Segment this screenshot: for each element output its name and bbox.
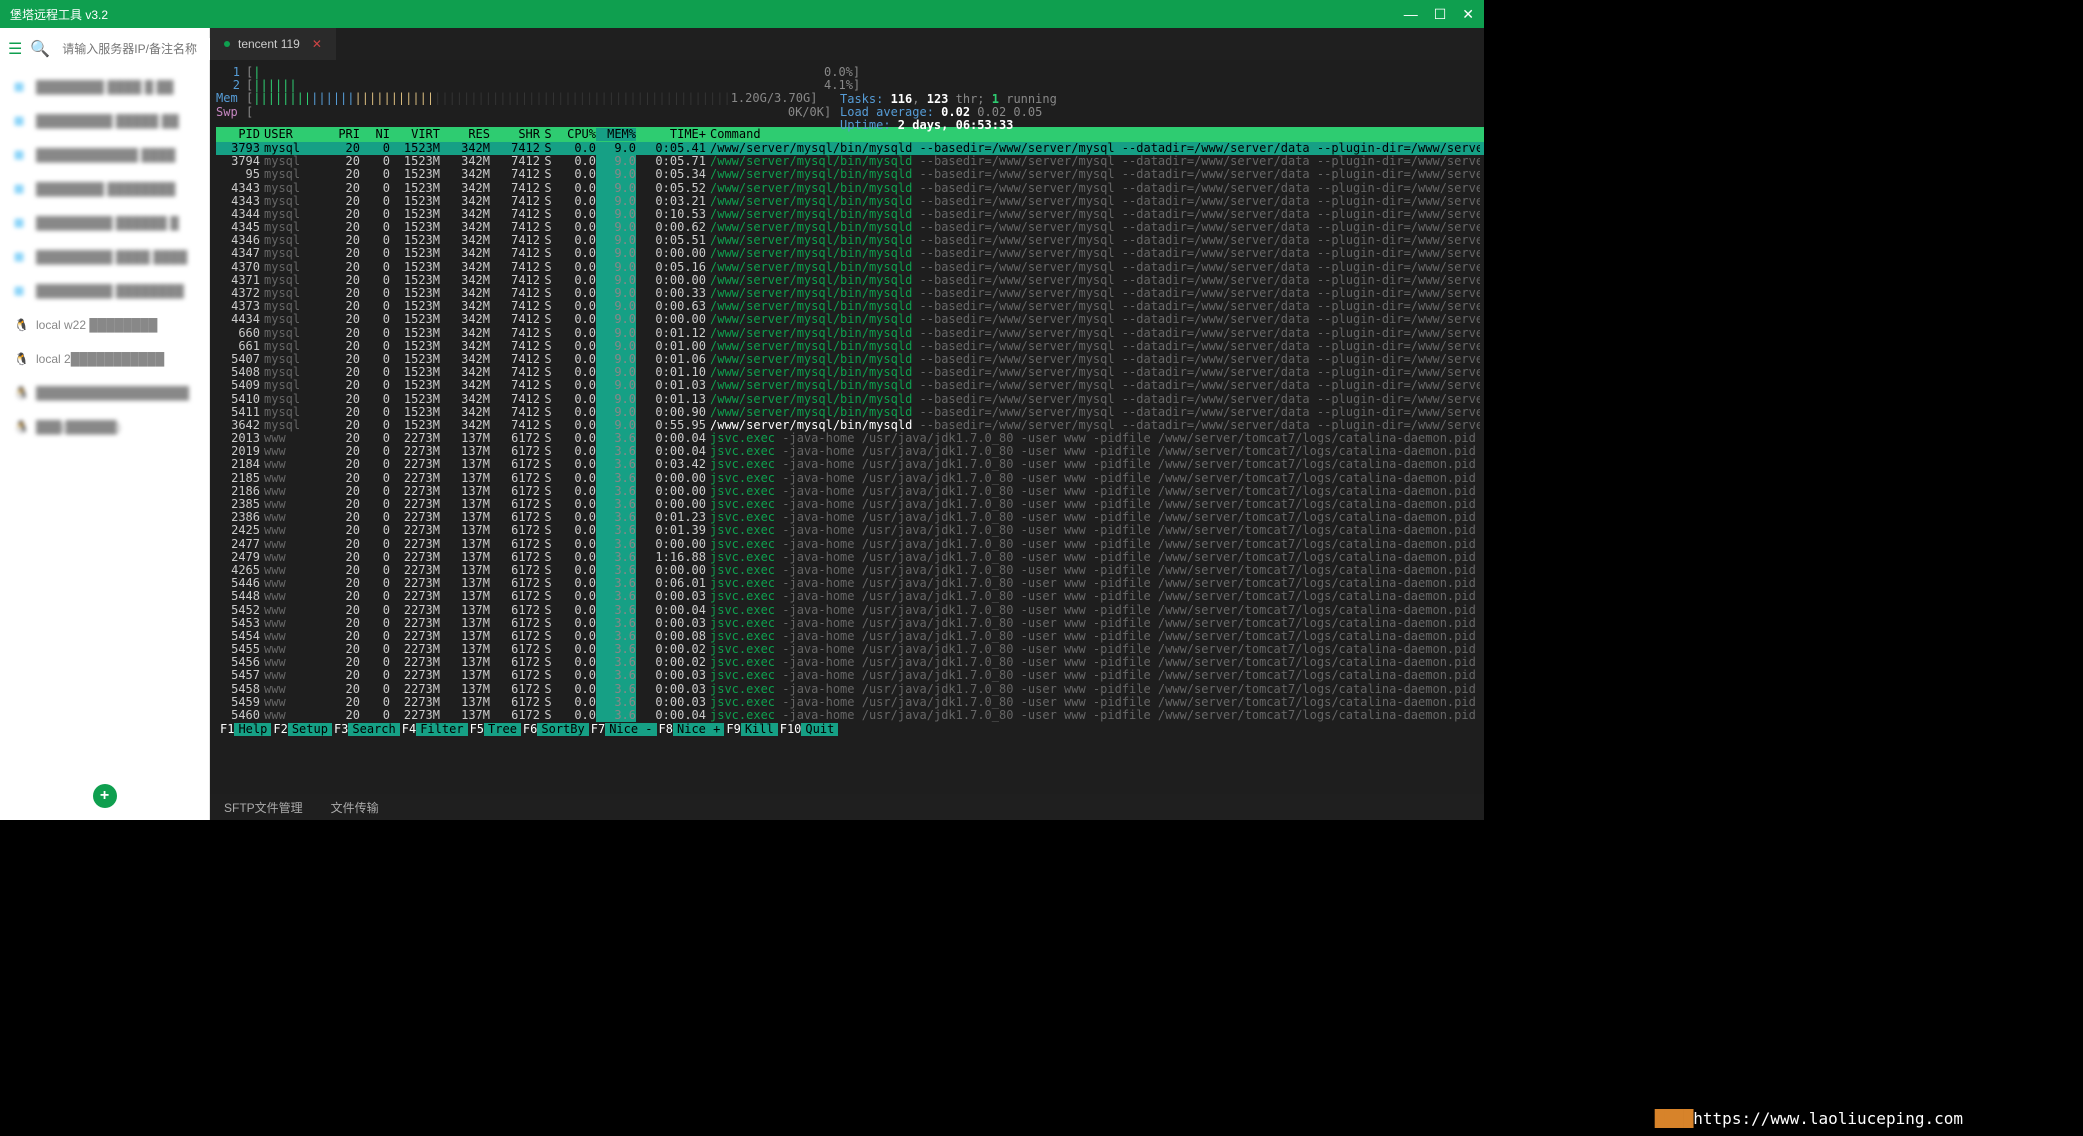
proc-row[interactable]: 2185www2002273M137M6172S0.03.60:00.00jsv…	[216, 472, 1484, 485]
window-controls: — ☐ ✕	[1404, 6, 1474, 23]
server-list: ⊞ ████████ ████ █ ██ ⊞ █████████ █████ ██ ⊞ █…	[0, 70, 209, 772]
windows-icon: ⊞	[14, 114, 28, 128]
menu-icon[interactable]: ☰	[8, 39, 22, 59]
server-item[interactable]: ⊞ █████████ ██████ █	[0, 206, 209, 240]
minimize-icon[interactable]: —	[1404, 6, 1418, 23]
windows-icon: ⊞	[14, 284, 28, 298]
search-input[interactable]	[58, 38, 221, 60]
windows-icon: ⊞	[14, 80, 28, 94]
proc-row[interactable]: 95mysql2001523M342M7412S0.09.00:05.34/ww…	[216, 168, 1484, 181]
server-item[interactable]: 🐧 ██████████████████	[0, 376, 209, 410]
server-label: █████████ █████ ██	[36, 114, 179, 128]
server-item[interactable]: ⊞ █████████ ████ ████	[0, 240, 209, 274]
add-server-button[interactable]: +	[93, 784, 117, 808]
linux-icon: 🐧	[14, 386, 28, 400]
tab-status-icon	[224, 41, 230, 47]
proc-row[interactable]: 5409mysql2001523M342M7412S0.09.00:01.03/…	[216, 379, 1484, 392]
proc-row[interactable]: 5411mysql2001523M342M7412S0.09.00:00.90/…	[216, 406, 1484, 419]
proc-row[interactable]: 2184www2002273M137M6172S0.03.60:03.42jsv…	[216, 458, 1484, 471]
sidebar: ☰ 🔍 ⊞ ████████ ████ █ ██ ⊞ █████████ █████ …	[0, 28, 210, 820]
watermark: ████https://www.laoliuceping.com	[1655, 1109, 1963, 1128]
server-item[interactable]: ⊞ ████████████ ████	[0, 138, 209, 172]
search-icon: 🔍	[30, 39, 50, 59]
linux-icon: 🐧	[14, 318, 28, 332]
server-item[interactable]: ⊞ ████████ ████ █ ██	[0, 70, 209, 104]
status-bar: SFTP文件管理 文件传输	[210, 794, 1484, 820]
server-item[interactable]: 🐧 local w22 ████████	[0, 308, 209, 342]
htop-stats: Tasks: 116, 123 thr; 1 runningLoad avera…	[840, 93, 1057, 133]
proc-row[interactable]: 5457www2002273M137M6172S0.03.60:00.03jsv…	[216, 669, 1484, 682]
proc-row[interactable]: 2479www2002273M137M6172S0.03.61:16.88jsv…	[216, 551, 1484, 564]
titlebar[interactable]: 堡塔远程工具 v3.2 — ☐ ✕	[0, 0, 1484, 28]
windows-icon: ⊞	[14, 182, 28, 196]
server-label: ████████████ ████	[36, 148, 175, 162]
tab-tencent119[interactable]: tencent 119 ✕	[210, 28, 336, 60]
proc-row[interactable]: 4343mysql2001523M342M7412S0.09.00:03.21/…	[216, 195, 1484, 208]
server-item[interactable]: ⊞ ████████ ████████	[0, 172, 209, 206]
proc-row[interactable]: 4434mysql2001523M342M7412S0.09.00:00.00/…	[216, 313, 1484, 326]
sftp-link[interactable]: SFTP文件管理	[224, 799, 303, 816]
content-area: tencent 119 ✕ 1[| 0.0%]2[||||||	[210, 28, 1484, 820]
proc-row[interactable]: 661mysql2001523M342M7412S0.09.00:01.00/w…	[216, 340, 1484, 353]
windows-icon: ⊞	[14, 148, 28, 162]
server-label: ███(██████)	[36, 420, 121, 434]
terminal[interactable]: 1[| 0.0%]2[|||||| 4.1%]Mem[|||||||||||||…	[210, 60, 1484, 794]
proc-row[interactable]: 5452www2002273M137M6172S0.03.60:00.04jsv…	[216, 604, 1484, 617]
server-label: local 2███████████	[36, 352, 164, 366]
proc-row[interactable]: 4343mysql2001523M342M7412S0.09.00:05.52/…	[216, 182, 1484, 195]
server-label: ████████ ████ █ ██	[36, 80, 174, 94]
server-label: ██████████████████	[36, 386, 189, 400]
server-item[interactable]: 🐧 ███(██████)	[0, 410, 209, 444]
server-label: █████████ ████████	[36, 284, 184, 298]
server-item[interactable]: ⊞ █████████ █████ ██	[0, 104, 209, 138]
close-icon[interactable]: ✕	[1462, 6, 1474, 23]
tabbar: tencent 119 ✕	[210, 28, 1484, 60]
transfer-link[interactable]: 文件传输	[331, 799, 379, 816]
server-label: █████████ ██████ █	[36, 216, 179, 230]
proc-row[interactable]: 5458www2002273M137M6172S0.03.60:00.03jsv…	[216, 683, 1484, 696]
server-label: local w22 ████████	[36, 318, 157, 332]
proc-row[interactable]: 4370mysql2001523M342M7412S0.09.00:05.16/…	[216, 261, 1484, 274]
server-item[interactable]: 🐧 local 2███████████	[0, 342, 209, 376]
windows-icon: ⊞	[14, 216, 28, 230]
sidebar-search: ☰ 🔍	[0, 28, 209, 70]
proc-row[interactable]: 660mysql2001523M342M7412S0.09.00:01.12/w…	[216, 327, 1484, 340]
proc-row[interactable]: 5460www2002273M137M6172S0.03.60:00.04jsv…	[216, 709, 1484, 722]
tab-close-icon[interactable]: ✕	[312, 37, 322, 51]
app-title: 堡塔远程工具 v3.2	[10, 6, 108, 23]
server-label: ████████ ████████	[36, 182, 175, 196]
proc-row[interactable]: 4347mysql2001523M342M7412S0.09.00:00.00/…	[216, 247, 1484, 260]
linux-icon: 🐧	[14, 352, 28, 366]
proc-row[interactable]: 2477www2002273M137M6172S0.03.60:00.00jsv…	[216, 538, 1484, 551]
proc-row[interactable]: 5453www2002273M137M6172S0.03.60:00.03jsv…	[216, 617, 1484, 630]
windows-icon: ⊞	[14, 250, 28, 264]
server-label: █████████ ████ ████	[36, 250, 187, 264]
fn-bar[interactable]: F1HelpF2SetupF3SearchF4FilterF5TreeF6Sor…	[216, 722, 1484, 737]
server-item[interactable]: ⊞ █████████ ████████	[0, 274, 209, 308]
main-window: 堡塔远程工具 v3.2 — ☐ ✕ ☰ 🔍 ⊞ ████████ ████ █ █…	[0, 0, 1484, 820]
maximize-icon[interactable]: ☐	[1434, 6, 1447, 23]
proc-row[interactable]: 5410mysql2001523M342M7412S0.09.00:01.13/…	[216, 393, 1484, 406]
proc-row[interactable]: 2425www2002273M137M6172S0.03.60:01.39jsv…	[216, 524, 1484, 537]
proc-row[interactable]: 5448www2002273M137M6172S0.03.60:00.03jsv…	[216, 590, 1484, 603]
linux-icon: 🐧	[14, 420, 28, 434]
tab-label: tencent 119	[238, 37, 300, 51]
